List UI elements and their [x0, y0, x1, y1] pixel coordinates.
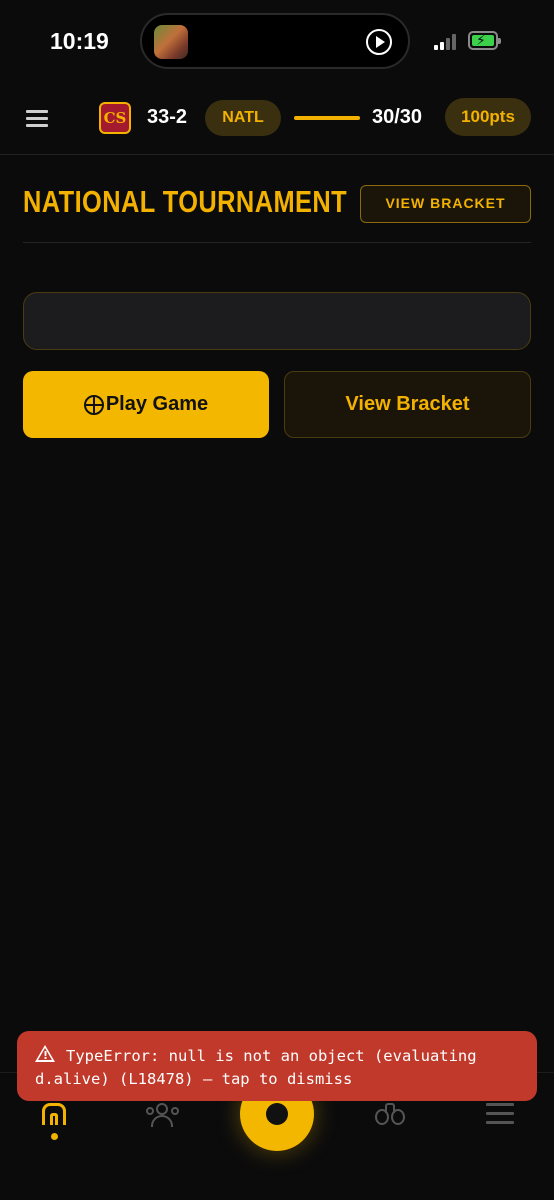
people-icon[interactable]	[146, 1099, 180, 1129]
points-badge: 100pts	[445, 98, 531, 136]
title-divider	[23, 242, 531, 243]
status-bar: 10:19 ⚡	[0, 0, 554, 82]
status-time: 10:19	[50, 28, 109, 54]
play-game-button[interactable]: Play Game	[23, 371, 269, 438]
basketball-icon	[83, 394, 104, 415]
menu-icon[interactable]	[484, 1099, 518, 1129]
season-progress-fill	[294, 116, 360, 120]
hamburger-menu-icon[interactable]	[26, 110, 48, 128]
album-art-thumbnail[interactable]	[154, 25, 188, 59]
view-bracket-header-button[interactable]: VIEW BRACKET	[360, 185, 531, 223]
page-title: NATIONAL TOURNAMENT	[23, 184, 348, 219]
error-message: TypeError: null is not an object (evalua…	[35, 1047, 477, 1088]
play-icon[interactable]	[366, 29, 392, 55]
dynamic-island[interactable]	[140, 13, 410, 69]
play-game-label: Play Game	[105, 393, 209, 415]
header-divider	[0, 154, 554, 155]
tournament-info-card	[23, 292, 531, 350]
stage-pill: NATL	[205, 100, 281, 136]
error-toast[interactable]: ! TypeError: null is not an object (eval…	[17, 1031, 537, 1101]
binoculars-icon[interactable]	[373, 1099, 407, 1129]
home-icon[interactable]	[38, 1099, 72, 1129]
team-logo: CS	[99, 102, 131, 134]
signal-icon	[434, 34, 462, 50]
progress-count: 30/30	[372, 106, 423, 128]
app-header: CS 33-2 NATL 30/30 100pts	[0, 96, 554, 142]
season-progress-bar	[294, 116, 360, 120]
view-bracket-button[interactable]: View Bracket	[284, 371, 531, 438]
team-record: 33-2	[147, 106, 188, 128]
active-indicator-dot	[51, 1133, 58, 1140]
battery-charging-icon: ⚡	[468, 31, 501, 50]
